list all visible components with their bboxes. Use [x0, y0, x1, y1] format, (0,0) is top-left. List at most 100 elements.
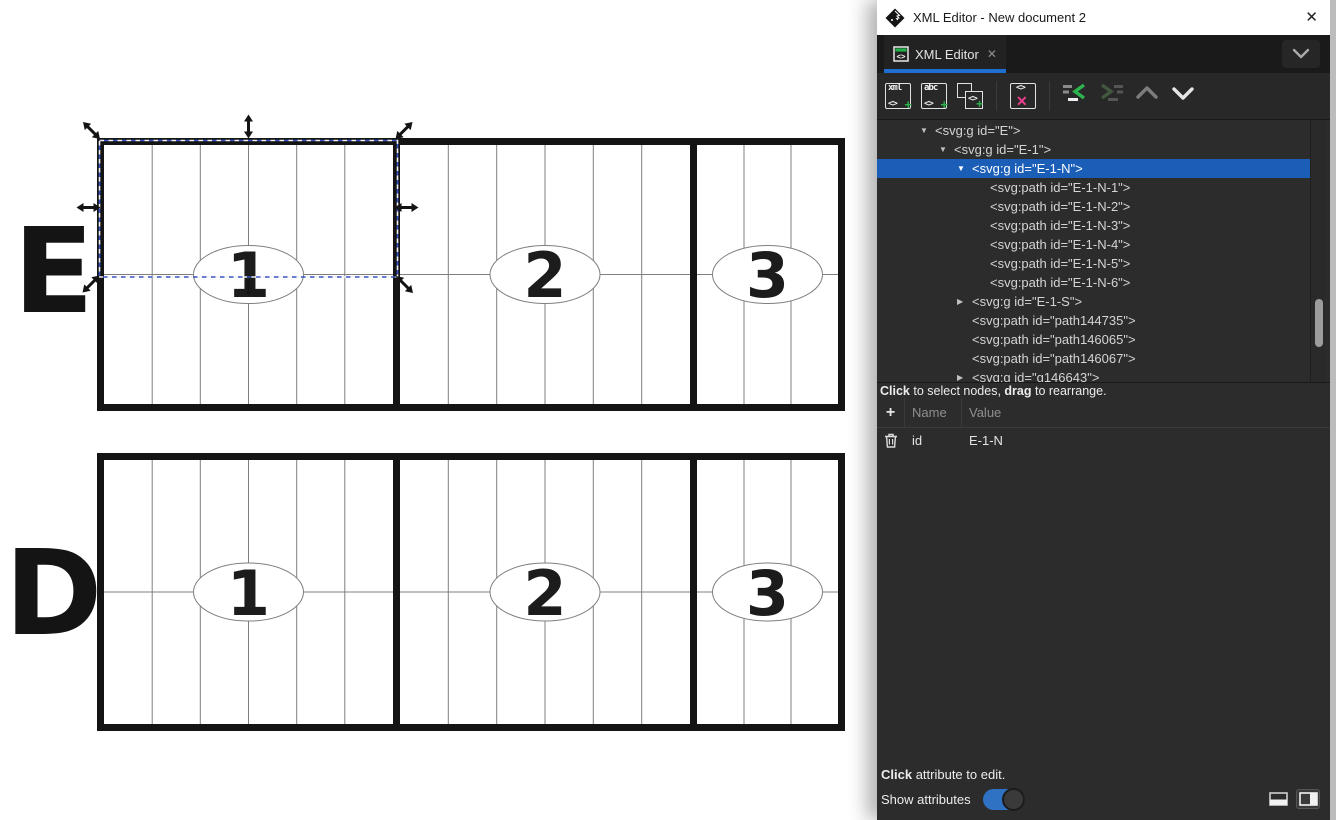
dialog-bottom-padding	[877, 814, 1330, 820]
attribute-hint-text: Click attribute to edit.	[877, 764, 1330, 784]
unindent-node-button[interactable]	[1062, 82, 1090, 110]
node-label: <svg:path id="E-1-N-1">	[990, 180, 1130, 195]
icon-text: abc	[924, 83, 937, 93]
show-attributes-label: Show attributes	[881, 792, 971, 807]
plus-icon: +	[940, 97, 948, 112]
grid-row-e[interactable]: 1 2 3 E	[13, 138, 845, 411]
expander-icon[interactable]	[937, 145, 954, 154]
inkscape-screen: 1 2 3 E	[0, 0, 1336, 820]
tree-node-selected[interactable]: <svg:g id="E-1-N">	[877, 159, 1310, 178]
svg-text:<>: <>	[896, 52, 906, 61]
attr-value-header: Value	[962, 405, 1330, 420]
xml-toolbar: xml <> + abc <> + <>+ <> ✕	[877, 73, 1330, 120]
horizontal-split-icon	[1269, 792, 1288, 806]
xml-node-tree[interactable]: <svg:g id="E"> <svg:g id="E-1"> <svg:g i…	[877, 120, 1330, 382]
vertical-split-icon	[1299, 792, 1318, 806]
tab-close-icon[interactable]: ✕	[987, 47, 997, 61]
duplicate-node-button[interactable]: <>+	[956, 82, 984, 110]
tree-node[interactable]: <svg:g id="E">	[877, 121, 1310, 140]
tree-node[interactable]: <svg:path id="E-1-N-6">	[877, 273, 1310, 292]
attribute-row[interactable]: id E-1-N	[877, 428, 1330, 453]
chevron-down-icon	[1170, 82, 1196, 104]
plus-icon: +	[976, 97, 983, 111]
add-attribute-button[interactable]: +	[877, 398, 905, 427]
tree-node[interactable]: <svg:path id="path144735">	[877, 311, 1310, 330]
tree-node[interactable]: <svg:g id="E-1-S">	[877, 292, 1310, 311]
attributes-empty-area	[877, 453, 1330, 764]
scale-handle-nw[interactable]	[80, 119, 103, 142]
row-label-d[interactable]: D	[5, 524, 103, 662]
dialog-tabbar: <> XML Editor ✕	[877, 35, 1330, 73]
attributes-header: + Name Value	[877, 398, 1330, 428]
delete-node-button[interactable]: <> ✕	[1009, 82, 1037, 110]
inkscape-canvas-svg[interactable]: 1 2 3 E	[0, 0, 877, 820]
tab-overflow-button[interactable]	[1282, 40, 1320, 68]
expander-icon[interactable]	[955, 373, 972, 382]
attr-value[interactable]: E-1-N	[962, 433, 1330, 448]
trash-icon	[884, 433, 898, 448]
new-text-node-button[interactable]: abc <> +	[920, 82, 948, 110]
node-label: <svg:path id="E-1-N-6">	[990, 275, 1130, 290]
dialog-footer: Show attributes	[877, 784, 1330, 814]
xml-editor-tab-icon: <>	[893, 46, 909, 62]
tab-xml-editor[interactable]: <> XML Editor ✕	[884, 35, 1006, 73]
layout-buttons	[1266, 789, 1320, 809]
move-node-down-button[interactable]	[1170, 82, 1198, 110]
node-label: <svg:path id="path144735">	[972, 313, 1136, 328]
expander-icon[interactable]	[955, 164, 972, 173]
show-attributes-toggle[interactable]	[983, 789, 1025, 810]
dialog-titlebar[interactable]: XML Editor - New document 2 ✕	[877, 0, 1330, 35]
drawing-canvas[interactable]: 1 2 3 E	[0, 0, 877, 820]
tree-node[interactable]: <svg:path id="path146067">	[877, 349, 1310, 368]
delete-attribute-button[interactable]	[877, 433, 905, 448]
tree-node[interactable]: <svg:path id="E-1-N-4">	[877, 235, 1310, 254]
node-label: <svg:g id="g146643">	[972, 370, 1099, 382]
new-element-node-button[interactable]: xml <> +	[884, 82, 912, 110]
node-label: <svg:g id="E-1-N">	[972, 161, 1083, 176]
node-label: <svg:path id="path146067">	[972, 351, 1136, 366]
toggle-knob[interactable]	[1002, 788, 1025, 811]
tag-icon: <>	[1016, 83, 1025, 93]
indent-node-button[interactable]	[1098, 82, 1126, 110]
indent-icon	[1098, 82, 1124, 104]
scale-handle-n[interactable]	[244, 115, 253, 139]
node-label: <svg:path id="E-1-N-5">	[990, 256, 1130, 271]
vertical-layout-button[interactable]	[1296, 789, 1320, 809]
tree-node[interactable]: <svg:path id="path146065">	[877, 330, 1310, 349]
horizontal-layout-button[interactable]	[1266, 789, 1290, 809]
xml-editor-dialog: XML Editor - New document 2 ✕ <> XML Edi…	[877, 0, 1330, 820]
delete-x-icon: ✕	[1016, 93, 1028, 110]
toolbar-separator	[996, 81, 997, 111]
icon-text: xml	[888, 83, 901, 93]
tree-scrollbar-track[interactable]	[1310, 120, 1326, 382]
tree-node[interactable]: <svg:path id="E-1-N-1">	[877, 178, 1310, 197]
host-window-edge	[1330, 0, 1336, 820]
node-label: <svg:path id="path146065">	[972, 332, 1136, 347]
unindent-icon	[1062, 82, 1088, 104]
dialog-title: XML Editor - New document 2	[913, 10, 1086, 25]
tree-node[interactable]: <svg:g id="g146643">	[877, 368, 1310, 382]
icon-front-square: <>+	[965, 91, 983, 109]
chevron-up-icon	[1134, 82, 1160, 104]
tree-node[interactable]: <svg:path id="E-1-N-2">	[877, 197, 1310, 216]
node-label: <svg:path id="E-1-N-2">	[990, 199, 1130, 214]
toolbar-separator	[1049, 81, 1050, 111]
node-label: <svg:path id="E-1-N-4">	[990, 237, 1130, 252]
row-label-e[interactable]: E	[13, 202, 94, 340]
panel-number: 2	[523, 557, 566, 630]
node-label: <svg:g id="E">	[935, 123, 1020, 138]
tree-node[interactable]: <svg:g id="E-1">	[877, 140, 1310, 159]
plus-icon: +	[886, 405, 895, 421]
attr-name[interactable]: id	[905, 433, 962, 448]
expander-icon[interactable]	[955, 297, 972, 306]
tree-node[interactable]: <svg:path id="E-1-N-3">	[877, 216, 1310, 235]
tree-scrollbar-thumb[interactable]	[1315, 299, 1323, 347]
move-node-up-button[interactable]	[1134, 82, 1162, 110]
tag-icon: <>	[888, 99, 897, 109]
panel-number: 3	[746, 557, 789, 630]
grid-row-d[interactable]: 1 2 3 D	[5, 453, 845, 731]
expander-icon[interactable]	[918, 126, 935, 135]
close-icon[interactable]: ✕	[1305, 10, 1318, 25]
panel-number: 1	[227, 557, 270, 630]
tree-node[interactable]: <svg:path id="E-1-N-5">	[877, 254, 1310, 273]
